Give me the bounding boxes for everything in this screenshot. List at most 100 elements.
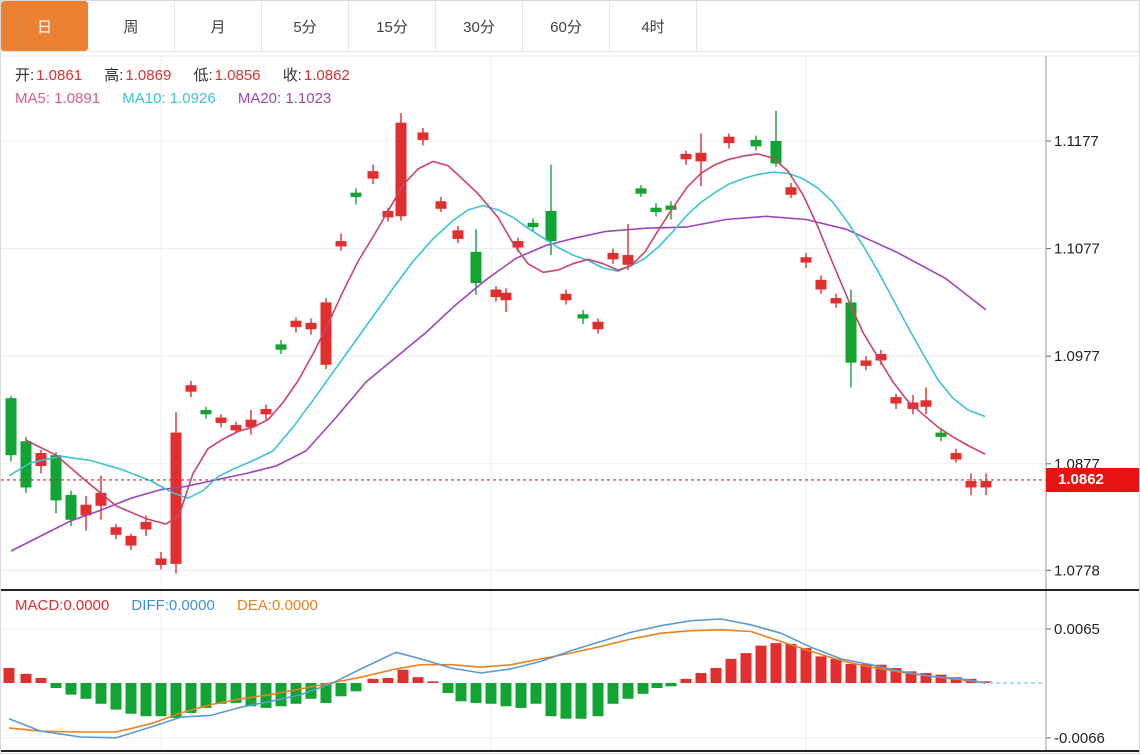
ma-legend: MA5: 1.0891 MA10: 1.0926 MA20: 1.1023 bbox=[15, 90, 349, 107]
macd-bar bbox=[382, 678, 394, 683]
tab-30min[interactable]: 30分 bbox=[436, 1, 523, 51]
candle-body bbox=[125, 535, 137, 546]
candle-body bbox=[305, 322, 317, 330]
ma5-item: MA5: 1.0891 bbox=[15, 90, 100, 107]
tab-15min[interactable]: 15分 bbox=[349, 1, 436, 51]
candle-body bbox=[435, 201, 447, 209]
macd-bar bbox=[770, 643, 782, 683]
macd-bar bbox=[275, 683, 287, 707]
diff-label: DIFF: bbox=[131, 597, 169, 614]
ma20-item: MA20: 1.1023 bbox=[238, 90, 331, 107]
macd-bar bbox=[140, 683, 152, 717]
macd-bar bbox=[785, 643, 797, 683]
ohlc-close: 收: 1.0862 bbox=[283, 67, 350, 84]
candle-body bbox=[470, 251, 482, 284]
candle-body bbox=[635, 188, 647, 194]
candle-body bbox=[155, 558, 167, 565]
macd-bar bbox=[110, 683, 122, 710]
high-value: 1.0869 bbox=[125, 67, 172, 84]
macd-bar bbox=[215, 683, 227, 704]
macd-bar bbox=[545, 683, 557, 717]
diff-item: DIFF:0.0000 bbox=[131, 597, 214, 614]
candle-body bbox=[723, 136, 735, 144]
ma20-label: MA20: bbox=[237, 90, 282, 107]
dea-label: DEA: bbox=[236, 597, 272, 614]
ma-line bbox=[10, 215, 987, 552]
ohlc-legend: 开: 1.0861 高: 1.0869 低: 1.0856 收: 1.0862 bbox=[15, 64, 368, 85]
axis-label: 1.1177 bbox=[1054, 133, 1099, 150]
macd-bar bbox=[125, 683, 137, 714]
macd-bar bbox=[607, 683, 619, 704]
macd-bar bbox=[3, 668, 15, 683]
candle-body bbox=[527, 222, 539, 228]
macd-bar bbox=[65, 683, 77, 695]
candle-body bbox=[890, 397, 902, 404]
candle-body bbox=[607, 252, 619, 260]
candle-body bbox=[395, 122, 407, 217]
close-label: 收: bbox=[282, 67, 302, 84]
macd-bar bbox=[442, 683, 454, 693]
ma10-label: MA10: bbox=[122, 90, 166, 107]
macd-bar bbox=[680, 678, 692, 683]
tab-day[interactable]: 日 bbox=[1, 1, 88, 51]
macd-bar bbox=[35, 678, 47, 683]
macd-bar bbox=[830, 658, 842, 683]
macd-value: 0.0000 bbox=[63, 597, 110, 614]
ohlc-high: 高: 1.0869 bbox=[104, 67, 171, 84]
candle-body bbox=[577, 314, 589, 319]
tab-60min[interactable]: 60分 bbox=[523, 1, 610, 51]
axis-label: 1.0778 bbox=[1054, 562, 1100, 579]
candle-body bbox=[335, 241, 347, 247]
macd-bar bbox=[740, 653, 752, 683]
macd-bar bbox=[470, 683, 482, 703]
candle-body bbox=[452, 230, 464, 239]
axis-label: 1.1077 bbox=[1054, 241, 1100, 258]
low-value: 1.0856 bbox=[214, 67, 261, 84]
ma-line bbox=[25, 153, 986, 525]
candle-body bbox=[560, 293, 572, 301]
candle-body bbox=[65, 495, 77, 520]
macd-bar bbox=[50, 683, 62, 688]
candle-body bbox=[845, 302, 857, 363]
candle-body bbox=[200, 410, 212, 415]
candle-body bbox=[592, 321, 604, 330]
macd-item: MACD:0.0000 bbox=[15, 597, 109, 614]
macd-bar bbox=[335, 683, 347, 697]
tab-5min[interactable]: 5分 bbox=[262, 1, 349, 51]
macd-bar bbox=[397, 669, 409, 683]
candle-body bbox=[275, 344, 287, 350]
axis-label: -0.0066 bbox=[1054, 730, 1105, 747]
low-label: 低: bbox=[193, 67, 213, 84]
candle-body bbox=[230, 425, 242, 431]
candle-body bbox=[695, 152, 707, 162]
tab-4hour[interactable]: 4时 bbox=[610, 1, 697, 51]
candle-body bbox=[815, 279, 827, 290]
macd-bar bbox=[560, 683, 572, 719]
candle-body bbox=[785, 187, 797, 195]
macd-bar bbox=[412, 677, 424, 683]
macd-bar bbox=[665, 683, 677, 687]
macd-legend: MACD:0.0000 DIFF:0.0000 DEA:0.0000 bbox=[15, 597, 336, 614]
macd-bar bbox=[290, 683, 302, 704]
axis-label: 1.0977 bbox=[1054, 348, 1100, 365]
macd-bar bbox=[725, 658, 737, 683]
candle-body bbox=[935, 432, 947, 437]
diff-value: 0.0000 bbox=[168, 597, 215, 614]
chart-canvas[interactable]: 1.11771.10771.09771.08771.07780.0065-0.0… bbox=[1, 1, 1140, 754]
tab-week[interactable]: 周 bbox=[88, 1, 175, 51]
macd-bar bbox=[637, 683, 649, 694]
candle-body bbox=[140, 521, 152, 530]
candle-body bbox=[622, 255, 634, 265]
ma20-value: 1.1023 bbox=[285, 90, 332, 107]
period-tabbar: 日 周 月 5分 15分 30分 60分 4时 bbox=[1, 1, 1139, 52]
high-label: 高: bbox=[104, 67, 124, 84]
tab-month[interactable]: 月 bbox=[175, 1, 262, 51]
kline-chart-app: 1.1177 1.1077 1.0977 1.0877 1.0778 0.0065 -0.0… bbox=[0, 0, 1140, 754]
candle-body bbox=[95, 492, 107, 506]
macd-bar bbox=[935, 674, 947, 683]
ma-line bbox=[8, 171, 986, 500]
macd-bar bbox=[575, 683, 587, 719]
candle-body bbox=[950, 453, 962, 460]
macd-bar bbox=[20, 673, 32, 683]
candle-body bbox=[110, 527, 122, 535]
